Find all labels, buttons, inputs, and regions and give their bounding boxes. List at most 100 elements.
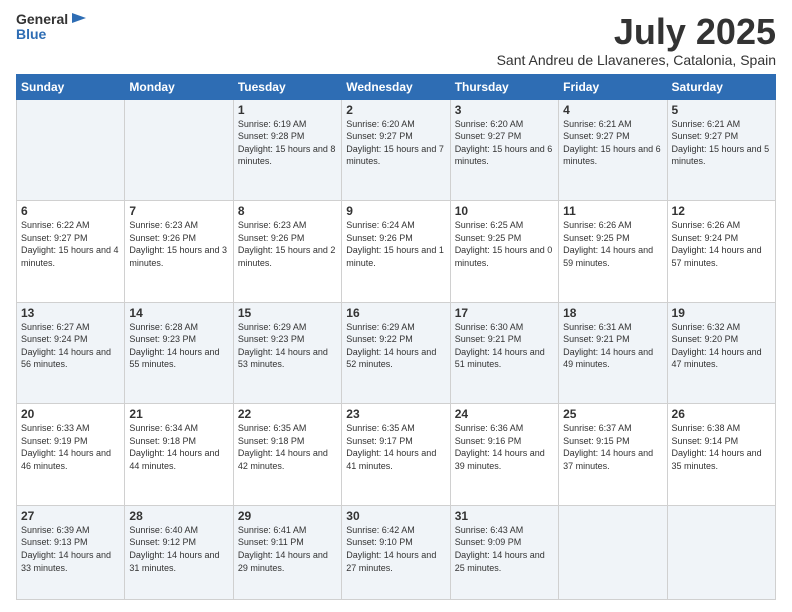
day-info: Sunrise: 6:38 AMSunset: 9:14 PMDaylight:… [672,422,771,472]
day-info: Sunrise: 6:33 AMSunset: 9:19 PMDaylight:… [21,422,120,472]
day-number: 5 [672,103,771,117]
day-number: 24 [455,407,554,421]
calendar-week-3: 13Sunrise: 6:27 AMSunset: 9:24 PMDayligh… [17,302,776,404]
table-row: 20Sunrise: 6:33 AMSunset: 9:19 PMDayligh… [17,404,125,506]
table-row: 13Sunrise: 6:27 AMSunset: 9:24 PMDayligh… [17,302,125,404]
header-saturday: Saturday [667,74,775,99]
day-number: 3 [455,103,554,117]
table-row: 9Sunrise: 6:24 AMSunset: 9:26 PMDaylight… [342,201,450,303]
table-row [17,99,125,201]
table-row [125,99,233,201]
day-number: 20 [21,407,120,421]
day-info: Sunrise: 6:20 AMSunset: 9:27 PMDaylight:… [346,118,445,168]
table-row: 11Sunrise: 6:26 AMSunset: 9:25 PMDayligh… [559,201,667,303]
table-row: 27Sunrise: 6:39 AMSunset: 9:13 PMDayligh… [17,505,125,599]
day-info: Sunrise: 6:42 AMSunset: 9:10 PMDaylight:… [346,524,445,574]
table-row: 19Sunrise: 6:32 AMSunset: 9:20 PMDayligh… [667,302,775,404]
day-number: 13 [21,306,120,320]
table-row: 3Sunrise: 6:20 AMSunset: 9:27 PMDaylight… [450,99,558,201]
table-row: 5Sunrise: 6:21 AMSunset: 9:27 PMDaylight… [667,99,775,201]
logo-general: General [16,12,88,27]
day-info: Sunrise: 6:39 AMSunset: 9:13 PMDaylight:… [21,524,120,574]
day-number: 21 [129,407,228,421]
day-number: 14 [129,306,228,320]
table-row: 23Sunrise: 6:35 AMSunset: 9:17 PMDayligh… [342,404,450,506]
day-number: 19 [672,306,771,320]
day-number: 4 [563,103,662,117]
table-row: 12Sunrise: 6:26 AMSunset: 9:24 PMDayligh… [667,201,775,303]
day-info: Sunrise: 6:26 AMSunset: 9:24 PMDaylight:… [672,219,771,269]
day-info: Sunrise: 6:25 AMSunset: 9:25 PMDaylight:… [455,219,554,269]
day-number: 12 [672,204,771,218]
title-area: July 2025 Sant Andreu de Llavaneres, Cat… [497,12,776,68]
day-number: 26 [672,407,771,421]
day-number: 2 [346,103,445,117]
day-info: Sunrise: 6:21 AMSunset: 9:27 PMDaylight:… [563,118,662,168]
table-row: 1Sunrise: 6:19 AMSunset: 9:28 PMDaylight… [233,99,341,201]
day-info: Sunrise: 6:41 AMSunset: 9:11 PMDaylight:… [238,524,337,574]
day-number: 22 [238,407,337,421]
table-row: 21Sunrise: 6:34 AMSunset: 9:18 PMDayligh… [125,404,233,506]
table-row: 25Sunrise: 6:37 AMSunset: 9:15 PMDayligh… [559,404,667,506]
day-info: Sunrise: 6:20 AMSunset: 9:27 PMDaylight:… [455,118,554,168]
table-row: 28Sunrise: 6:40 AMSunset: 9:12 PMDayligh… [125,505,233,599]
logo-blue: Blue [16,27,88,42]
day-info: Sunrise: 6:22 AMSunset: 9:27 PMDaylight:… [21,219,120,269]
day-number: 9 [346,204,445,218]
day-info: Sunrise: 6:29 AMSunset: 9:22 PMDaylight:… [346,321,445,371]
day-number: 15 [238,306,337,320]
day-number: 11 [563,204,662,218]
header-monday: Monday [125,74,233,99]
day-number: 29 [238,509,337,523]
header-friday: Friday [559,74,667,99]
day-number: 8 [238,204,337,218]
table-row [559,505,667,599]
table-row: 16Sunrise: 6:29 AMSunset: 9:22 PMDayligh… [342,302,450,404]
day-info: Sunrise: 6:35 AMSunset: 9:18 PMDaylight:… [238,422,337,472]
table-row: 30Sunrise: 6:42 AMSunset: 9:10 PMDayligh… [342,505,450,599]
day-number: 17 [455,306,554,320]
day-number: 1 [238,103,337,117]
table-row: 29Sunrise: 6:41 AMSunset: 9:11 PMDayligh… [233,505,341,599]
day-info: Sunrise: 6:32 AMSunset: 9:20 PMDaylight:… [672,321,771,371]
page-header: General Blue July 2025 Sant Andreu de Ll… [16,12,776,68]
table-row: 15Sunrise: 6:29 AMSunset: 9:23 PMDayligh… [233,302,341,404]
day-info: Sunrise: 6:26 AMSunset: 9:25 PMDaylight:… [563,219,662,269]
calendar-week-5: 27Sunrise: 6:39 AMSunset: 9:13 PMDayligh… [17,505,776,599]
day-info: Sunrise: 6:30 AMSunset: 9:21 PMDaylight:… [455,321,554,371]
day-number: 25 [563,407,662,421]
table-row: 26Sunrise: 6:38 AMSunset: 9:14 PMDayligh… [667,404,775,506]
table-row [667,505,775,599]
day-number: 7 [129,204,228,218]
table-row: 10Sunrise: 6:25 AMSunset: 9:25 PMDayligh… [450,201,558,303]
day-number: 18 [563,306,662,320]
day-info: Sunrise: 6:23 AMSunset: 9:26 PMDaylight:… [129,219,228,269]
day-info: Sunrise: 6:43 AMSunset: 9:09 PMDaylight:… [455,524,554,574]
calendar-week-1: 1Sunrise: 6:19 AMSunset: 9:28 PMDaylight… [17,99,776,201]
day-info: Sunrise: 6:29 AMSunset: 9:23 PMDaylight:… [238,321,337,371]
day-number: 10 [455,204,554,218]
table-row: 24Sunrise: 6:36 AMSunset: 9:16 PMDayligh… [450,404,558,506]
table-row: 7Sunrise: 6:23 AMSunset: 9:26 PMDaylight… [125,201,233,303]
month-year-title: July 2025 [497,12,776,52]
day-number: 31 [455,509,554,523]
day-info: Sunrise: 6:40 AMSunset: 9:12 PMDaylight:… [129,524,228,574]
table-row: 18Sunrise: 6:31 AMSunset: 9:21 PMDayligh… [559,302,667,404]
table-row: 14Sunrise: 6:28 AMSunset: 9:23 PMDayligh… [125,302,233,404]
day-info: Sunrise: 6:27 AMSunset: 9:24 PMDaylight:… [21,321,120,371]
calendar-header-row: Sunday Monday Tuesday Wednesday Thursday… [17,74,776,99]
day-number: 30 [346,509,445,523]
calendar-week-2: 6Sunrise: 6:22 AMSunset: 9:27 PMDaylight… [17,201,776,303]
table-row: 8Sunrise: 6:23 AMSunset: 9:26 PMDaylight… [233,201,341,303]
day-info: Sunrise: 6:28 AMSunset: 9:23 PMDaylight:… [129,321,228,371]
logo: General Blue [16,12,88,43]
calendar-table: Sunday Monday Tuesday Wednesday Thursday… [16,74,776,600]
day-info: Sunrise: 6:21 AMSunset: 9:27 PMDaylight:… [672,118,771,168]
day-info: Sunrise: 6:24 AMSunset: 9:26 PMDaylight:… [346,219,445,269]
day-info: Sunrise: 6:19 AMSunset: 9:28 PMDaylight:… [238,118,337,168]
day-info: Sunrise: 6:36 AMSunset: 9:16 PMDaylight:… [455,422,554,472]
day-info: Sunrise: 6:23 AMSunset: 9:26 PMDaylight:… [238,219,337,269]
day-info: Sunrise: 6:37 AMSunset: 9:15 PMDaylight:… [563,422,662,472]
day-number: 28 [129,509,228,523]
calendar-week-4: 20Sunrise: 6:33 AMSunset: 9:19 PMDayligh… [17,404,776,506]
